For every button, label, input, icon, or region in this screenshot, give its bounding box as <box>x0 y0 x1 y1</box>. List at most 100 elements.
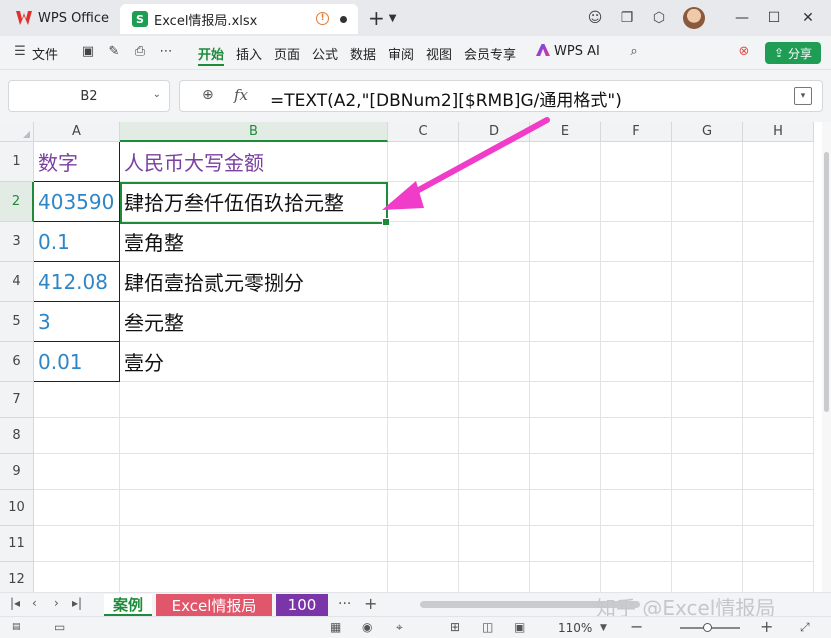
sheet-tab-case[interactable]: 案例 <box>104 594 152 616</box>
search-icon[interactable]: ⌕ <box>626 44 642 60</box>
cell-c3[interactable] <box>388 222 459 262</box>
cell-d5[interactable] <box>459 302 530 342</box>
cell-e11[interactable] <box>530 526 601 562</box>
cell-b3[interactable]: 壹角整 <box>120 222 388 262</box>
cell-h11[interactable] <box>743 526 814 562</box>
select-all-corner[interactable] <box>0 122 34 142</box>
cell-a1[interactable]: 数字 <box>34 142 120 182</box>
save-icon[interactable]: ▣ <box>80 44 96 60</box>
cell-d12[interactable] <box>459 562 530 592</box>
cell-h2[interactable] <box>743 182 814 222</box>
format-painter-icon[interactable]: ✎ <box>106 44 122 60</box>
row-header-2[interactable]: 2 <box>0 182 34 222</box>
share-button[interactable]: ⇪ 分享 <box>765 42 821 64</box>
cell-c4[interactable] <box>388 262 459 302</box>
cell-a12[interactable] <box>34 562 120 592</box>
page-layout-icon[interactable]: ◫ <box>482 620 493 634</box>
row-header-8[interactable]: 8 <box>0 418 34 454</box>
cell-a3[interactable]: 0.1 <box>34 222 120 262</box>
cell-f10[interactable] <box>601 490 672 526</box>
cell-d3[interactable] <box>459 222 530 262</box>
cell-a10[interactable] <box>34 490 120 526</box>
theme-icon[interactable]: ☺ <box>585 8 605 28</box>
first-sheet-icon[interactable]: |◂ <box>10 596 20 610</box>
cell-g2[interactable] <box>672 182 743 222</box>
cell-d6[interactable] <box>459 342 530 382</box>
cell-g3[interactable] <box>672 222 743 262</box>
cell-g4[interactable] <box>672 262 743 302</box>
print-icon[interactable]: ⎙ <box>132 44 148 60</box>
cell-f4[interactable] <box>601 262 672 302</box>
cell-c7[interactable] <box>388 382 459 418</box>
tab-member[interactable]: 会员专享 <box>464 44 516 63</box>
fx-icon[interactable]: fx <box>234 86 248 104</box>
column-header-b[interactable]: B <box>120 122 388 142</box>
cell-f1[interactable] <box>601 142 672 182</box>
cell-b5[interactable]: 叁元整 <box>120 302 388 342</box>
cell-a9[interactable] <box>34 454 120 490</box>
formula-input[interactable]: ⊕ fx =TEXT(A2,"[DBNum2][$RMB]G/通用格式") ▾ <box>179 80 823 112</box>
cell-d10[interactable] <box>459 490 530 526</box>
cell-d1[interactable] <box>459 142 530 182</box>
more-icon[interactable]: ⋯ <box>158 44 174 60</box>
chevron-down-icon[interactable]: ▼ <box>389 13 397 24</box>
cell-h5[interactable] <box>743 302 814 342</box>
cell-e2[interactable] <box>530 182 601 222</box>
cell-f8[interactable] <box>601 418 672 454</box>
tab-home[interactable]: 开始 <box>198 44 224 63</box>
zoom-slider-handle[interactable] <box>703 623 712 632</box>
page-break-icon[interactable]: ▣ <box>514 620 525 634</box>
unsaved-warning-icon[interactable]: ! <box>316 12 329 25</box>
cell-f7[interactable] <box>601 382 672 418</box>
sheet-tab-excel[interactable]: Excel情报局 <box>156 594 272 616</box>
cell-e7[interactable] <box>530 382 601 418</box>
crosshair-icon[interactable]: ⌖ <box>396 620 403 635</box>
cell-f9[interactable] <box>601 454 672 490</box>
cell-g1[interactable] <box>672 142 743 182</box>
cell-a5[interactable]: 3 <box>34 302 120 342</box>
app-tab[interactable]: WPS Office <box>6 4 114 32</box>
cell-f11[interactable] <box>601 526 672 562</box>
cell-a11[interactable] <box>34 526 120 562</box>
cell-c2[interactable] <box>388 182 459 222</box>
sync-off-icon[interactable]: ⊗ <box>736 44 752 60</box>
cell-h7[interactable] <box>743 382 814 418</box>
cell-d2[interactable] <box>459 182 530 222</box>
cell-g5[interactable] <box>672 302 743 342</box>
row-header-9[interactable]: 9 <box>0 454 34 490</box>
cell-e9[interactable] <box>530 454 601 490</box>
cell-b10[interactable] <box>120 490 388 526</box>
cell-b1[interactable]: 人民币大写金额 <box>120 142 388 182</box>
zoom-icon[interactable]: ⊕ <box>202 87 214 103</box>
row-header-3[interactable]: 3 <box>0 222 34 262</box>
tab-page[interactable]: 页面 <box>274 44 300 63</box>
window-icon[interactable]: ❐ <box>617 8 637 28</box>
macro-icon[interactable]: ▤ <box>12 622 21 632</box>
tab-insert[interactable]: 插入 <box>236 44 262 63</box>
cell-d7[interactable] <box>459 382 530 418</box>
column-header-c[interactable]: C <box>388 122 459 142</box>
add-sheet-button[interactable]: + <box>364 594 377 613</box>
cell-e4[interactable] <box>530 262 601 302</box>
cell-b9[interactable] <box>120 454 388 490</box>
row-header-5[interactable]: 5 <box>0 302 34 342</box>
row-header-7[interactable]: 7 <box>0 382 34 418</box>
spreadsheet-grid[interactable]: A B C D E F G H 1 数字 人民币大写金额 2 403590 肆拾万叁仟伍佰玖拾元整 3 0.1… <box>0 122 831 592</box>
cell-g10[interactable] <box>672 490 743 526</box>
row-header-12[interactable]: 12 <box>0 562 34 592</box>
cell-h6[interactable] <box>743 342 814 382</box>
row-header-10[interactable]: 10 <box>0 490 34 526</box>
zoom-dropdown-icon[interactable]: ▼ <box>600 623 607 633</box>
column-header-h[interactable]: H <box>743 122 814 142</box>
cell-h4[interactable] <box>743 262 814 302</box>
cell-c5[interactable] <box>388 302 459 342</box>
cell-b4[interactable]: 肆佰壹拾贰元零捌分 <box>120 262 388 302</box>
sheet-tab-100[interactable]: 100 <box>276 594 328 616</box>
name-box[interactable]: B2 ⌄ <box>8 80 170 112</box>
tab-data[interactable]: 数据 <box>350 44 376 63</box>
cell-g11[interactable] <box>672 526 743 562</box>
cell-f6[interactable] <box>601 342 672 382</box>
cell-b12[interactable] <box>120 562 388 592</box>
cell-d4[interactable] <box>459 262 530 302</box>
zoom-in-button[interactable]: + <box>760 617 773 636</box>
